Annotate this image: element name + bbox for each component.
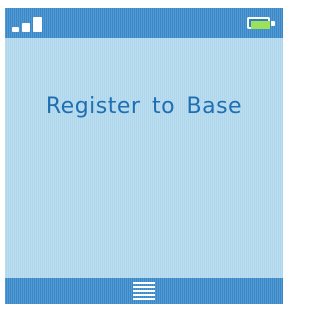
battery-level-fill <box>251 21 270 29</box>
menu-button[interactable] <box>133 282 155 301</box>
menu-icon-line <box>133 286 155 288</box>
status-bar <box>5 8 283 38</box>
menu-icon-line <box>133 298 155 300</box>
menu-icon-line <box>133 290 155 292</box>
battery-tip <box>271 21 275 26</box>
display-screen: Register to Base <box>5 8 283 304</box>
handset-display-bezel: Register to Base <box>0 0 288 309</box>
battery-body <box>247 17 270 29</box>
softkey-bar <box>5 278 283 304</box>
register-message: Register to Base <box>45 94 243 119</box>
signal-strength-icon <box>12 16 52 32</box>
battery-icon <box>247 17 275 29</box>
signal-bar-1 <box>12 27 19 32</box>
menu-icon-line <box>133 294 155 296</box>
menu-icon-line <box>133 282 155 284</box>
signal-bar-3 <box>33 17 42 32</box>
signal-bar-2 <box>22 23 30 32</box>
